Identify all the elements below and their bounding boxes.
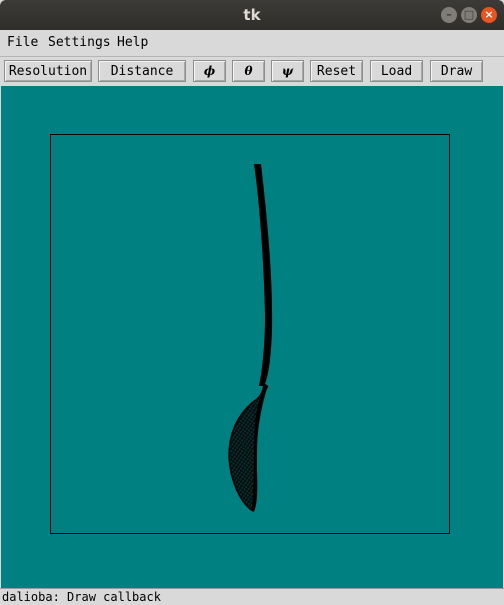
distance-button[interactable]: Distance <box>98 60 186 82</box>
close-button[interactable]: × <box>481 7 497 23</box>
minimize-button[interactable]: – <box>441 7 457 23</box>
rendered-model <box>228 164 273 512</box>
maximize-button[interactable]: □ <box>461 7 477 23</box>
drawing-canvas[interactable] <box>1 86 503 588</box>
psi-button[interactable]: ψ <box>271 60 304 82</box>
status-bar: dalioba: Draw callback <box>0 588 504 605</box>
theta-button[interactable]: θ <box>232 60 265 82</box>
menu-bar: File Settings Help <box>0 30 504 57</box>
phi-label: ϕ <box>203 64 216 78</box>
close-icon: × <box>484 8 494 21</box>
status-text: dalioba: Draw callback <box>2 590 161 604</box>
load-button[interactable]: Load <box>370 60 423 82</box>
resolution-button[interactable]: Resolution <box>4 60 92 82</box>
model-handle <box>254 164 273 386</box>
phi-button[interactable]: ϕ <box>193 60 226 82</box>
menu-settings[interactable]: Settings <box>48 35 111 50</box>
maximize-icon: □ <box>463 8 475 21</box>
title-bar: tk – □ × <box>0 0 504 30</box>
minimize-icon: – <box>446 8 452 21</box>
reset-button[interactable]: Reset <box>310 60 363 82</box>
menu-file[interactable]: File <box>7 35 38 50</box>
draw-button[interactable]: Draw <box>430 60 483 82</box>
window-title: tk <box>243 6 261 24</box>
theta-label: θ <box>244 64 253 78</box>
toolbar: Resolution Distance ϕ θ ψ Reset Load Dra… <box>0 57 504 85</box>
psi-label: ψ <box>281 64 294 78</box>
menu-help[interactable]: Help <box>117 35 148 50</box>
